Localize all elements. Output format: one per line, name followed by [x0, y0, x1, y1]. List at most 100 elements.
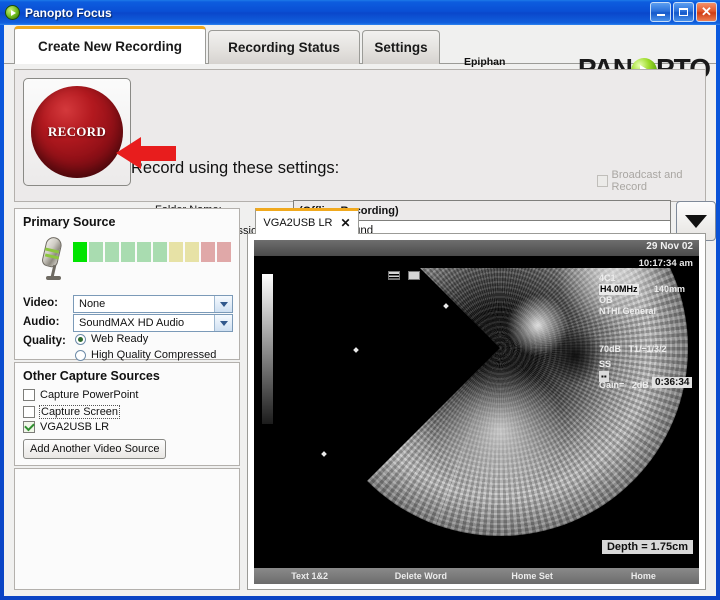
ultrasound-frequency: H4.0MHz [599, 284, 639, 295]
softkey-home-set[interactable]: Home Set [477, 571, 588, 581]
preview-body: 29 Nov 02 10:17:34 am 4C1 H4.0MHz OB NTH… [247, 233, 706, 590]
grayscale-bar [262, 274, 273, 424]
preview-tab-vga2usb-lr[interactable]: VGA2USB LR ✕ [255, 208, 359, 234]
ultrasound-preset: NTHI General [599, 306, 656, 317]
meter-segment [169, 242, 183, 262]
account-user: Epiphan [464, 56, 505, 68]
record-button-label: RECORD [48, 124, 106, 140]
client-area: Create New Recording Recording Status Se… [4, 25, 716, 596]
tab-label: Create New Recording [38, 39, 182, 54]
cone-mask-left [254, 256, 421, 568]
quality-option-label: High Quality Compressed [91, 349, 216, 361]
close-button[interactable]: ✕ [696, 2, 717, 22]
softkey-text-1and2[interactable]: Text 1&2 [254, 571, 365, 581]
maximize-button[interactable] [673, 2, 694, 22]
window-title: Panopto Focus [25, 6, 112, 20]
ultrasound-depth-readout: Depth = 1.75cm [602, 540, 693, 554]
ultrasound-gain-info: 70dB T1/÷1/3/2 Gain= 2dB ▴=2 [599, 319, 681, 415]
audio-source-label: Audio: [23, 316, 59, 328]
box-icon [408, 271, 420, 280]
checkbox-label: Capture PowerPoint [40, 389, 138, 401]
audio-level-meter [73, 242, 231, 262]
window-controls: ✕ [650, 2, 717, 22]
meter-segment [153, 242, 167, 262]
ultrasound-exam: OB [599, 295, 656, 306]
minimize-button[interactable] [650, 2, 671, 22]
chevron-down-icon [214, 315, 232, 331]
audio-source-value: SoundMAX HD Audio [79, 317, 184, 329]
meter-segment [105, 242, 119, 262]
flip-icon: ▪▪ [599, 371, 609, 382]
meter-segment [137, 242, 151, 262]
title-bar: Panopto Focus ✕ [0, 0, 720, 25]
cone-mask-top [254, 256, 699, 268]
record-disc-icon: RECORD [31, 86, 123, 178]
ultrasound-date: 29 Nov 02 [646, 241, 693, 252]
ultrasound-timer: 0:36:34 [652, 377, 692, 388]
tab-create-new-recording[interactable]: Create New Recording [14, 26, 206, 64]
tab-recording-status[interactable]: Recording Status [208, 30, 360, 64]
other-sources-title: Other Capture Sources [23, 369, 160, 383]
meter-segment [185, 242, 199, 262]
meter-segment [121, 242, 135, 262]
radio-button-icon [75, 350, 86, 361]
broadcast-and-record-option: Broadcast and Record [597, 169, 705, 193]
quality-option-high-quality[interactable]: High Quality Compressed [75, 349, 216, 361]
preview-panel: VGA2USB LR ✕ [247, 208, 706, 590]
ultrasound-softkey-bar: Text 1&2 Delete Word Home Set Home [254, 568, 699, 584]
other-capture-sources-panel: Other Capture Sources Capture PowerPoint… [14, 362, 240, 466]
chevron-down-icon [214, 296, 232, 312]
tab-label: Settings [374, 40, 427, 55]
panopto-play-icon [5, 5, 20, 20]
app-window: Panopto Focus ✕ Create New Recording Rec… [0, 0, 720, 600]
ultrasound-ss-indicator: SS ▪▪ [599, 359, 611, 382]
ultrasound-gain-line-1: 70dB T1/÷1/3/2 [599, 343, 681, 355]
empty-panel [14, 468, 240, 590]
ultrasound-ss-label: SS [599, 359, 611, 370]
checkbox-vga2usb-lr[interactable]: VGA2USB LR [23, 421, 109, 433]
add-another-video-source-button[interactable]: Add Another Video Source [23, 439, 166, 459]
audio-source-select[interactable]: SoundMAX HD Audio [73, 314, 233, 332]
ultrasound-status-icons [388, 271, 420, 280]
ultrasound-depth-mm: 140mm [654, 284, 685, 294]
preview-tab-label: VGA2USB LR [263, 217, 332, 229]
broadcast-label: Broadcast and Record [612, 169, 705, 193]
primary-source-title: Primary Source [23, 215, 115, 229]
ultrasound-time: 10:17:34 am [639, 258, 693, 269]
meter-segment [201, 242, 215, 262]
primary-source-panel: Primary Source Video: None [14, 208, 240, 360]
quality-label: Quality: [23, 335, 66, 347]
checkbox-capture-powerpoint[interactable]: Capture PowerPoint [23, 389, 138, 401]
ultrasound-video-preview[interactable]: 29 Nov 02 10:17:34 am 4C1 H4.0MHz OB NTH… [254, 240, 699, 584]
record-button[interactable]: RECORD [23, 78, 131, 186]
softkey-delete-word[interactable]: Delete Word [365, 571, 476, 581]
checkbox-icon [23, 389, 35, 401]
tab-settings[interactable]: Settings [362, 30, 440, 64]
checkbox-icon [23, 406, 35, 418]
softkey-home[interactable]: Home [588, 571, 699, 581]
meter-segment [217, 242, 231, 262]
main-tab-strip: Create New Recording Recording Status Se… [4, 25, 716, 64]
video-source-select[interactable]: None [73, 295, 233, 313]
checkbox-label: Capture Screen [39, 405, 120, 419]
radio-button-icon [75, 334, 86, 345]
video-source-label: Video: [23, 297, 58, 309]
record-settings-panel: RECORD Record using these settings: Fold… [14, 69, 706, 202]
ultrasound-metadata: 4C1 H4.0MHz OB NTHI General [599, 273, 656, 317]
broadcast-checkbox [597, 175, 608, 187]
tab-label: Recording Status [228, 40, 340, 55]
caliper-marker-icon [353, 347, 359, 353]
caliper-marker-icon [443, 303, 449, 309]
red-arrow-annotation-icon [116, 137, 176, 167]
checkbox-icon [23, 421, 35, 433]
ultrasound-top-bar [254, 240, 699, 256]
meter-segment [89, 242, 103, 262]
video-source-value: None [79, 298, 105, 310]
checkbox-capture-screen[interactable]: Capture Screen [23, 405, 119, 419]
lines-icon [388, 271, 400, 280]
ultrasound-probe: 4C1 [599, 273, 656, 284]
quality-option-label: Web Ready [91, 333, 148, 345]
meter-segment [73, 242, 87, 262]
close-icon[interactable]: ✕ [341, 216, 351, 230]
quality-option-web-ready[interactable]: Web Ready [75, 333, 148, 345]
